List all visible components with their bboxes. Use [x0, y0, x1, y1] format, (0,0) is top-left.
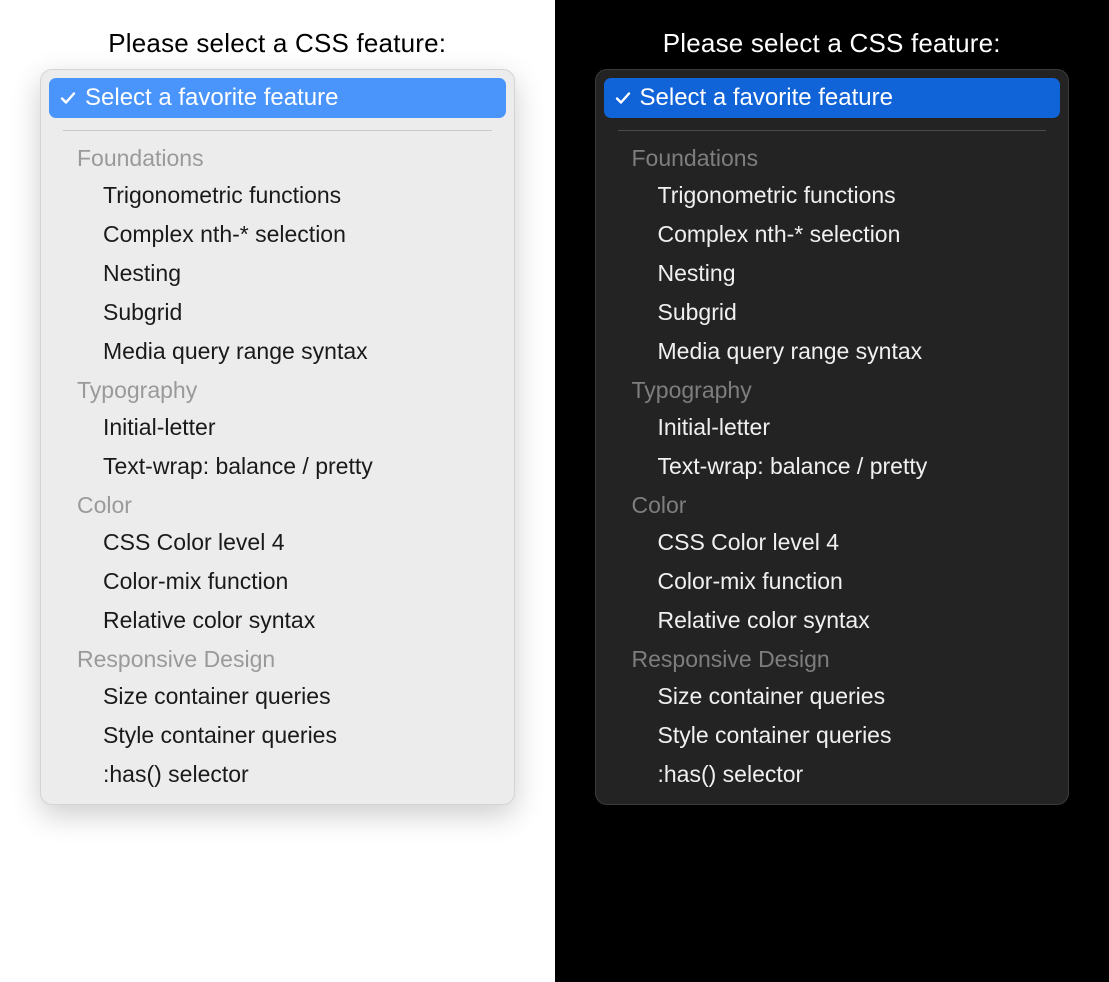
- option-item[interactable]: Color-mix function: [604, 562, 1061, 601]
- option-item[interactable]: Style container queries: [49, 716, 506, 755]
- selected-option-label: Select a favorite feature: [85, 84, 338, 112]
- optgroup-label: Typography: [49, 371, 506, 408]
- css-feature-dropdown[interactable]: Select a favorite feature Foundations Tr…: [595, 69, 1070, 805]
- option-item[interactable]: Trigonometric functions: [604, 176, 1061, 215]
- option-item[interactable]: Color-mix function: [49, 562, 506, 601]
- optgroup-label: Responsive Design: [604, 640, 1061, 677]
- option-item[interactable]: Complex nth-* selection: [604, 215, 1061, 254]
- prompt-label: Please select a CSS feature:: [40, 28, 515, 59]
- option-item[interactable]: Complex nth-* selection: [49, 215, 506, 254]
- option-item[interactable]: Text-wrap: balance / pretty: [49, 447, 506, 486]
- option-item[interactable]: Text-wrap: balance / pretty: [604, 447, 1061, 486]
- option-item[interactable]: Size container queries: [604, 677, 1061, 716]
- divider: [618, 130, 1047, 131]
- dark-theme-panel: Please select a CSS feature: Select a fa…: [555, 0, 1109, 982]
- checkmark-icon: [614, 89, 632, 107]
- selected-option[interactable]: Select a favorite feature: [49, 78, 506, 118]
- selected-option[interactable]: Select a favorite feature: [604, 78, 1061, 118]
- checkmark-icon: [59, 89, 77, 107]
- optgroup-label: Responsive Design: [49, 640, 506, 677]
- option-item[interactable]: Nesting: [49, 254, 506, 293]
- option-item[interactable]: Size container queries: [49, 677, 506, 716]
- divider: [63, 130, 492, 131]
- optgroup-label: Foundations: [604, 139, 1061, 176]
- option-item[interactable]: Subgrid: [49, 293, 506, 332]
- option-item[interactable]: Relative color syntax: [49, 601, 506, 640]
- option-item[interactable]: :has() selector: [49, 755, 506, 794]
- optgroup-label: Color: [604, 486, 1061, 523]
- option-item[interactable]: CSS Color level 4: [49, 523, 506, 562]
- option-item[interactable]: CSS Color level 4: [604, 523, 1061, 562]
- css-feature-dropdown[interactable]: Select a favorite feature Foundations Tr…: [40, 69, 515, 805]
- optgroup-label: Color: [49, 486, 506, 523]
- option-item[interactable]: Initial-letter: [604, 408, 1061, 447]
- prompt-label: Please select a CSS feature:: [595, 28, 1070, 59]
- option-item[interactable]: Style container queries: [604, 716, 1061, 755]
- optgroup-label: Foundations: [49, 139, 506, 176]
- option-item[interactable]: Relative color syntax: [604, 601, 1061, 640]
- light-theme-panel: Please select a CSS feature: Select a fa…: [0, 0, 555, 982]
- option-item[interactable]: Trigonometric functions: [49, 176, 506, 215]
- option-item[interactable]: :has() selector: [604, 755, 1061, 794]
- option-item[interactable]: Nesting: [604, 254, 1061, 293]
- optgroup-label: Typography: [604, 371, 1061, 408]
- option-item[interactable]: Subgrid: [604, 293, 1061, 332]
- option-item[interactable]: Media query range syntax: [49, 332, 506, 371]
- option-item[interactable]: Media query range syntax: [604, 332, 1061, 371]
- selected-option-label: Select a favorite feature: [640, 84, 893, 112]
- option-item[interactable]: Initial-letter: [49, 408, 506, 447]
